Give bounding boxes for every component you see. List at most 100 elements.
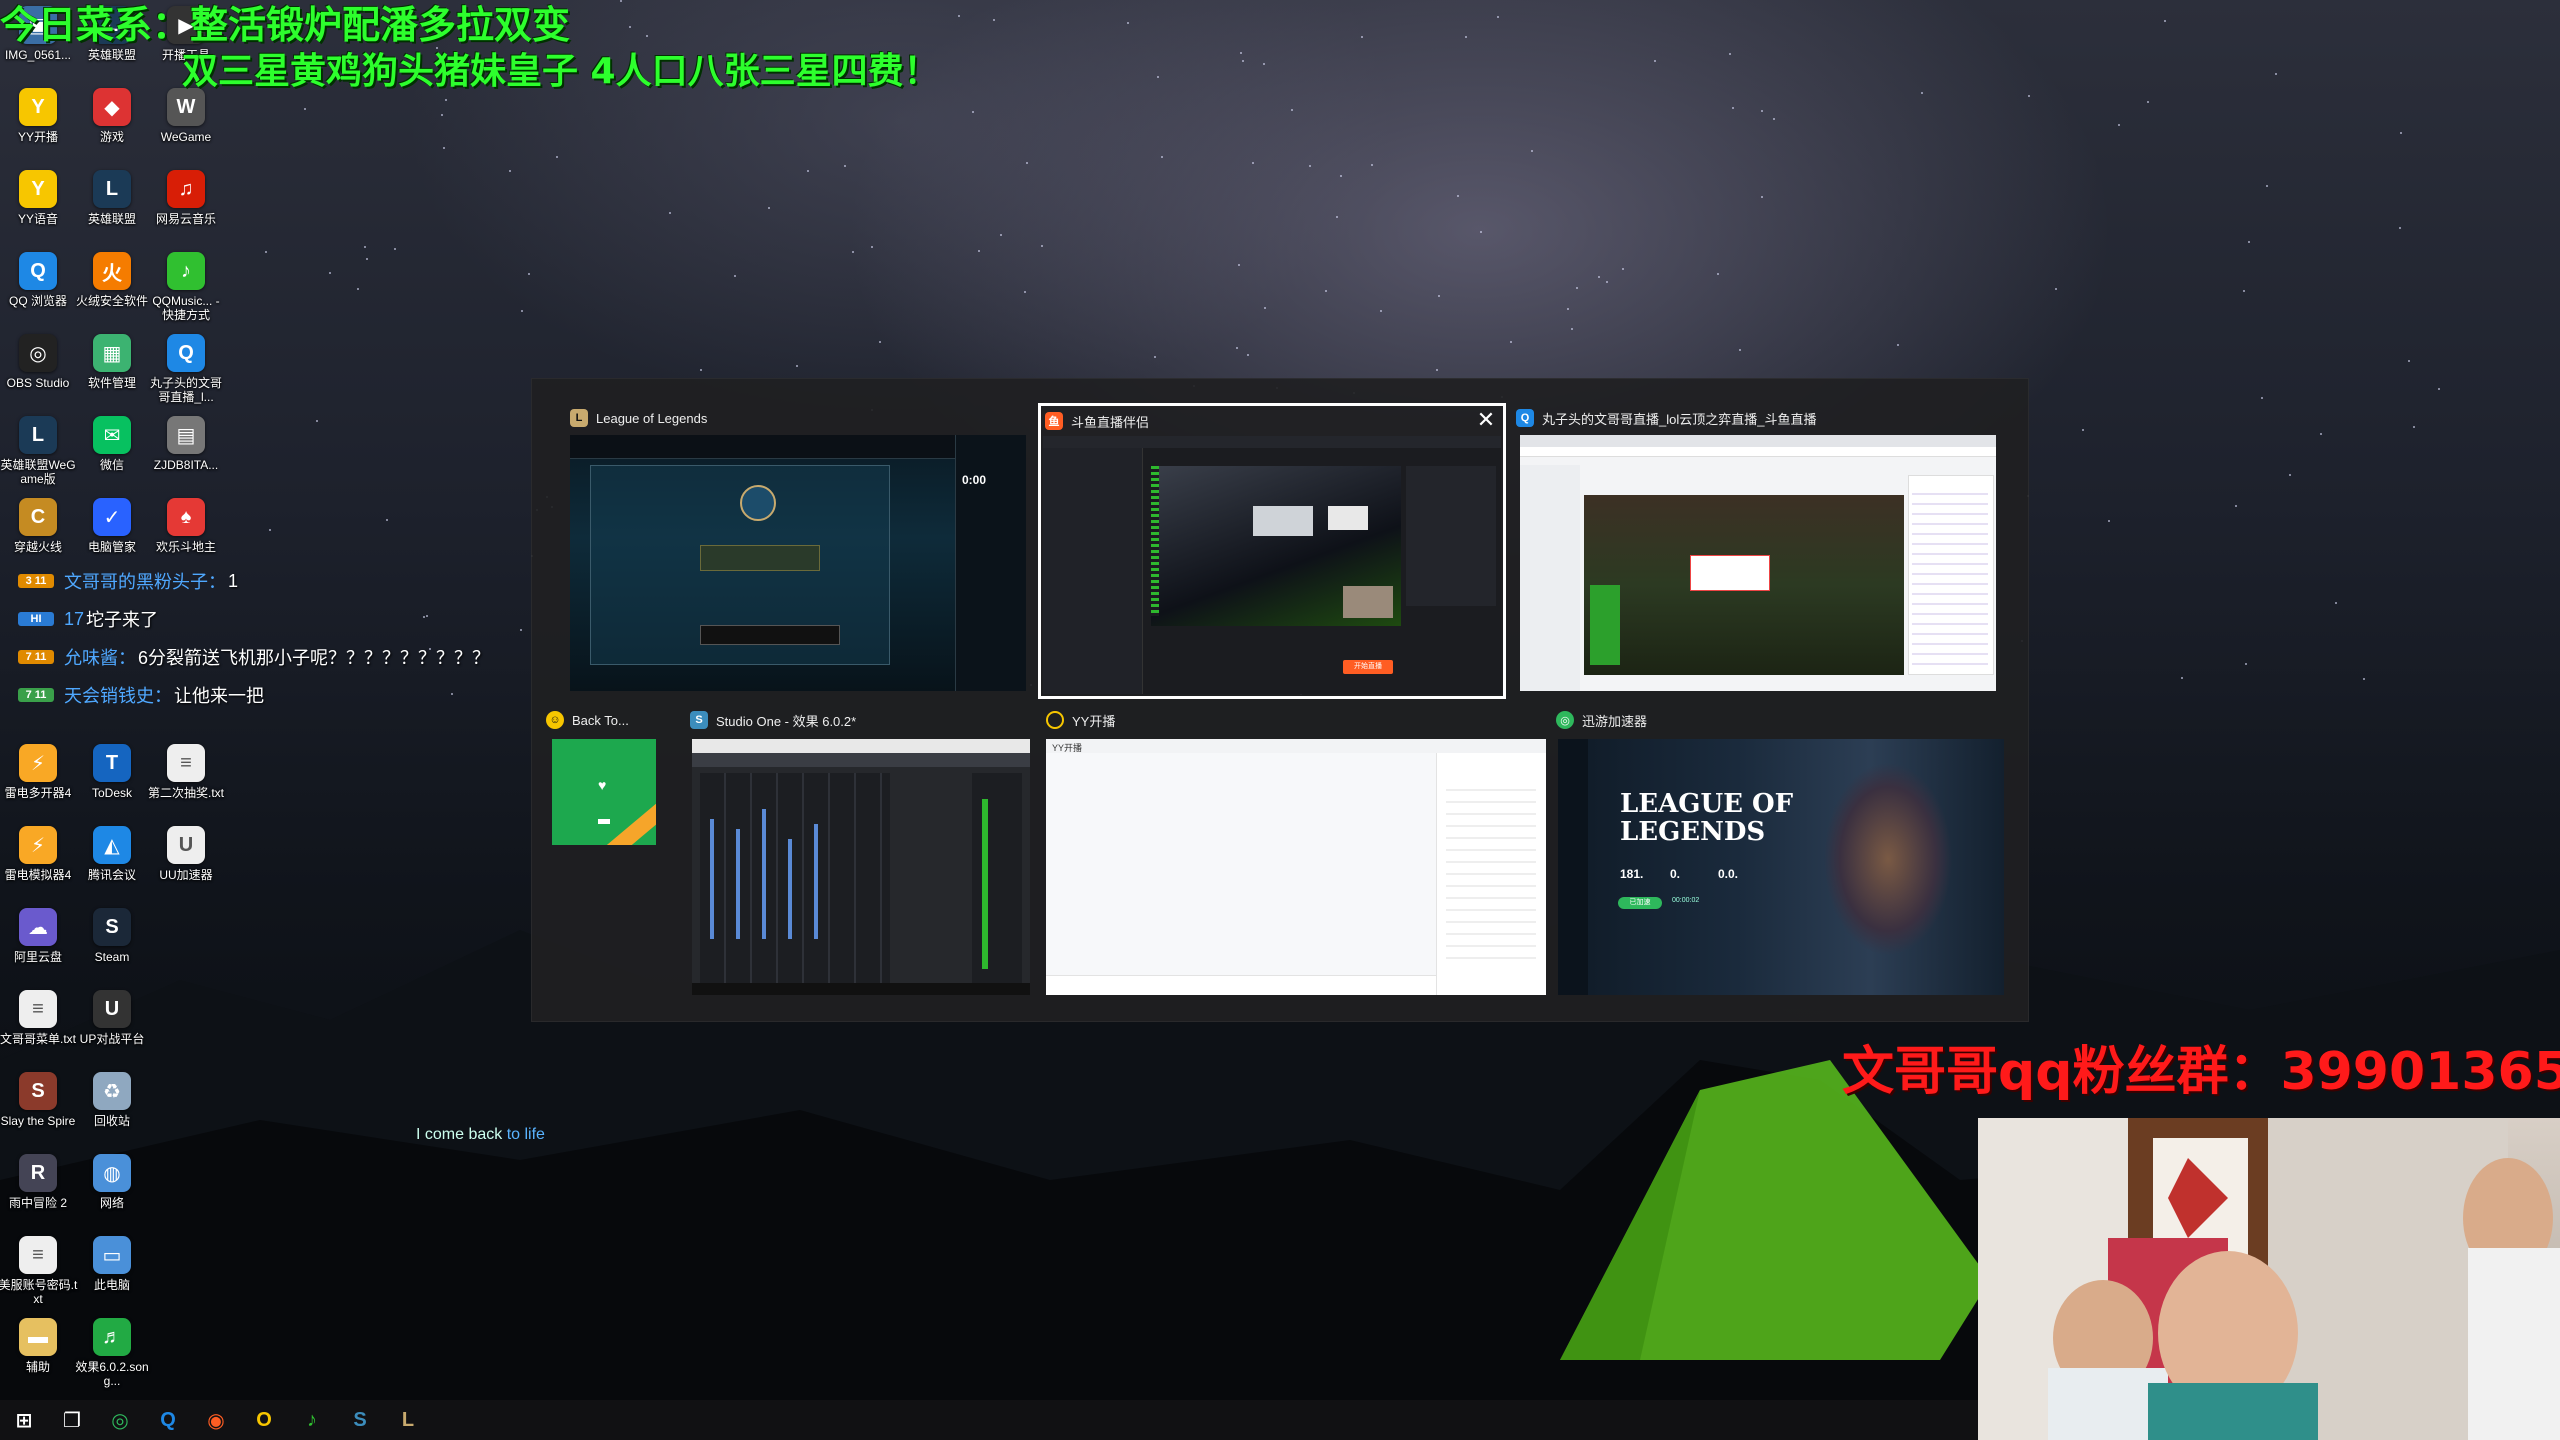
desktop-icon-label: 阿里云盘 xyxy=(13,950,62,964)
studio-one-mixer-thumbnail xyxy=(692,739,1030,995)
desktop-icon-label: 微信 xyxy=(99,458,124,472)
fan-badge: 7 11 xyxy=(18,688,54,702)
desktop-icon[interactable]: ▭ 此电脑 xyxy=(74,1236,150,1316)
star xyxy=(1263,63,1265,65)
star xyxy=(1252,162,1254,164)
switcher-tile-studio-one[interactable]: S Studio One - 效果 6.0.2* xyxy=(690,705,1030,995)
taskbar-xunyou-button[interactable]: ◎ xyxy=(96,1400,144,1440)
desktop-icon[interactable]: L 英雄联盟WeGame版 xyxy=(0,416,76,496)
taskbar-lol-button[interactable]: L xyxy=(384,1400,432,1440)
app-icon: Q xyxy=(19,252,57,290)
app-icon: ◎ xyxy=(19,334,57,372)
taskbar-qqmusic-button[interactable]: ♪ xyxy=(288,1400,336,1440)
desktop-icon[interactable]: ◭ 腾讯会议 xyxy=(74,826,150,906)
star xyxy=(1531,150,1533,152)
desktop-icon[interactable]: U UU加速器 xyxy=(148,826,224,906)
desktop-icon[interactable]: ◍ 网络 xyxy=(74,1154,150,1234)
desktop-icon[interactable]: U UP对战平台 xyxy=(74,990,150,1070)
accelerate-button[interactable]: 已加速 xyxy=(1618,897,1662,909)
star xyxy=(1571,328,1573,330)
app-icon: ◭ xyxy=(93,826,131,864)
desktop-icon[interactable]: 火火绒安全软件 xyxy=(74,252,150,332)
desktop-icon-label: 辅助 xyxy=(25,1360,50,1374)
desktop-icon[interactable]: ♫ 网易云音乐 xyxy=(148,170,224,250)
star xyxy=(1238,264,1240,266)
switcher-tile-league-of-legends[interactable]: L League of Legends 0:00 xyxy=(570,403,1026,693)
switcher-tile-douyu-browser[interactable]: Q 丸子头的文哥哥直播_lol云顶之弈直播_斗鱼直播 xyxy=(1516,403,1996,693)
desktop-icon[interactable]: ≡ 美服账号密码.txt xyxy=(0,1236,77,1316)
star xyxy=(1576,287,1578,289)
taskbar-yy-button[interactable]: O xyxy=(240,1400,288,1440)
desktop-icon[interactable]: Y YY语音 xyxy=(0,170,76,250)
desktop-icon[interactable]: ≡ 文哥哥菜单.txt xyxy=(0,990,76,1070)
switcher-tile-douyu-companion[interactable]: 鱼 斗鱼直播伴侣 ✕ 开始直播 xyxy=(1038,403,1506,699)
star xyxy=(2243,290,2245,292)
fan-badge: 3 11 xyxy=(18,574,54,588)
desktop-icon[interactable]: ◆ 游戏 xyxy=(74,88,150,168)
danmaku-username: 天会销钱史： xyxy=(64,686,172,706)
taskbar-douyu-button[interactable]: ◉ xyxy=(192,1400,240,1440)
desktop-icon[interactable]: ⚡ 雷电模拟器4 xyxy=(0,826,76,906)
star xyxy=(1157,76,1159,78)
star xyxy=(1236,347,1238,349)
star xyxy=(852,251,854,253)
desktop-icon[interactable]: ≡ 第二次抽奖.txt xyxy=(148,744,224,824)
star xyxy=(556,156,558,158)
switcher-tile-back-to[interactable]: ☺ Back To... ♥ xyxy=(546,705,656,845)
switcher-tile-yy-live[interactable]: YY开播 YY开播 xyxy=(1046,705,1546,995)
star xyxy=(1739,349,1741,351)
taskbar-start-button[interactable]: ⊞ xyxy=(0,1400,48,1440)
desktop-icon[interactable]: Y YY开播 xyxy=(0,88,76,168)
tile-titlebar: S Studio One - 效果 6.0.2* xyxy=(690,705,1028,735)
desktop-icon[interactable]: ⚡ 雷电多开器4 xyxy=(0,744,76,824)
star xyxy=(521,310,523,312)
desktop-icon-label: Slay the Spire xyxy=(0,1114,76,1128)
desktop-icon-label: 英雄联盟 xyxy=(87,212,136,226)
app-icon: U xyxy=(93,990,131,1028)
star xyxy=(1497,16,1499,18)
yy-icon xyxy=(1046,711,1064,729)
star xyxy=(2275,73,2277,75)
danmaku-text: 6分裂箭送飞机那小子呢？？？？？？？？？ xyxy=(138,648,491,668)
taskbar-studio-one-button[interactable]: S xyxy=(336,1400,384,1440)
app-icon: S xyxy=(19,1072,57,1110)
webcam-overlay xyxy=(1978,1118,2560,1440)
desktop-icon[interactable]: R 雨中冒险 2 xyxy=(0,1154,76,1234)
taskbar-qq-browser-button[interactable]: Q xyxy=(144,1400,192,1440)
desktop-icon[interactable]: Q 丸子头的文哥哥直播_l... xyxy=(148,334,224,414)
star xyxy=(386,519,388,521)
desktop-icon[interactable]: ♪ QQMusic... - 快捷方式 xyxy=(148,252,224,332)
star xyxy=(1457,195,1459,197)
desktop-icon[interactable]: ♬ 效果6.0.2.song... xyxy=(74,1318,150,1398)
tile-title: 丸子头的文哥哥直播_lol云顶之弈直播_斗鱼直播 xyxy=(1542,411,1817,427)
desktop-icon[interactable]: L 英雄联盟 xyxy=(74,170,150,250)
taskbar-task-view-button[interactable]: ❐ xyxy=(48,1400,96,1440)
desktop-icon[interactable]: ✉ 微信 xyxy=(74,416,150,496)
star xyxy=(1041,245,1043,247)
desktop-icon-label: 丸子头的文哥哥直播_l... xyxy=(149,376,222,404)
star xyxy=(2335,602,2337,604)
close-window-button[interactable]: ✕ xyxy=(1475,409,1497,431)
star xyxy=(2055,288,2057,290)
app-icon: ◍ xyxy=(93,1154,131,1192)
desktop-icon[interactable]: Q QQ 浏览器 xyxy=(0,252,76,332)
lol-icon: L xyxy=(401,1408,415,1431)
desktop-icon[interactable]: T ToDesk xyxy=(74,744,150,824)
start-live-button[interactable]: 开始直播 xyxy=(1343,660,1393,674)
app-icon: L xyxy=(19,416,57,454)
desktop-icon[interactable]: S Slay the Spire xyxy=(0,1072,76,1152)
star xyxy=(445,99,447,101)
switcher-tile-xunyou[interactable]: ◎ 迅游加速器 LEAGUE OF LEGENDS 181. 0. 0.0. 已… xyxy=(1556,705,2004,995)
desktop-icon[interactable]: ♻ 回收站 xyxy=(74,1072,150,1152)
desktop-icon[interactable]: W WeGame xyxy=(148,88,224,168)
desktop-icon[interactable]: S Steam xyxy=(74,908,150,988)
star xyxy=(357,288,359,290)
league-icon: L xyxy=(570,409,588,427)
desktop-icon[interactable]: ▦ 软件管理 xyxy=(74,334,150,414)
desktop-icon[interactable]: ▬ 辅助 xyxy=(0,1318,76,1398)
danmaku-line: 7 11 允味酱： 6分裂箭送飞机那小子呢？？？？？？？？？ xyxy=(18,638,538,676)
desktop-icon[interactable]: ☁ 阿里云盘 xyxy=(0,908,76,988)
app-icon: ◆ xyxy=(93,88,131,126)
desktop-icon[interactable]: ◎ OBS Studio xyxy=(0,334,76,414)
desktop-icon[interactable]: ▤ ZJDB8ITA... xyxy=(148,416,224,496)
